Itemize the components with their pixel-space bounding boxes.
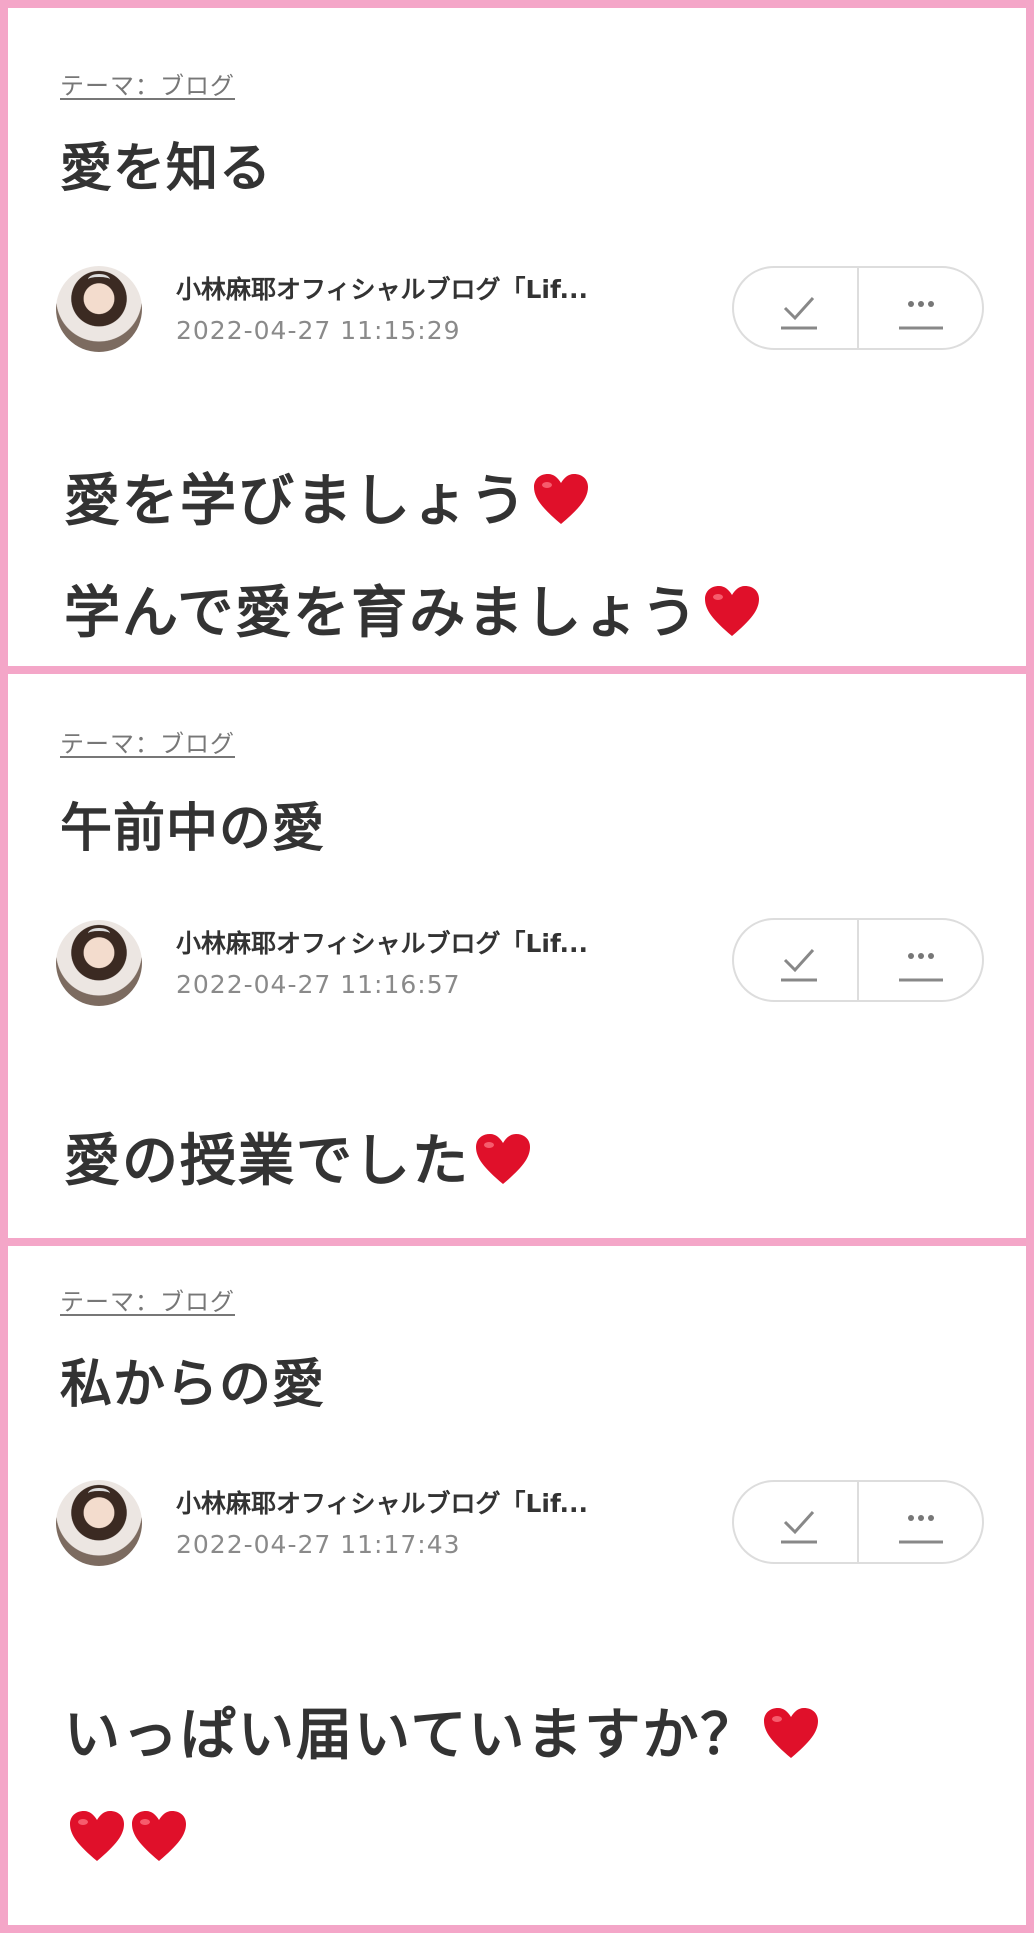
avatar[interactable] xyxy=(56,266,142,352)
more-icon xyxy=(899,953,943,982)
post-card-1: テーマ：ブログ 愛を知る 小林麻耶オフィシャルブログ「Lif... 2022-0… xyxy=(8,8,1026,666)
author-name[interactable]: 小林麻耶オフィシャルブログ「Lif... xyxy=(176,270,588,306)
more-button[interactable] xyxy=(857,1482,982,1562)
post-title: 午前中の愛 xyxy=(60,799,326,859)
action-button-group xyxy=(732,918,984,1002)
author-name[interactable]: 小林麻耶オフィシャルブログ「Lif... xyxy=(176,1484,588,1520)
post-datetime: 2022-04-27 11:17:43 xyxy=(176,1530,461,1559)
post-datetime: 2022-04-27 11:16:57 xyxy=(176,970,461,999)
action-button-group xyxy=(732,266,984,350)
author-name[interactable]: 小林麻耶オフィシャルブログ「Lif... xyxy=(176,924,588,960)
more-icon xyxy=(899,1515,943,1544)
check-button[interactable] xyxy=(734,920,857,1000)
post-title: 私からの愛 xyxy=(60,1355,326,1415)
body-line: いっぱい届いていますか？ xyxy=(64,1690,820,1771)
theme-link[interactable]: テーマ：ブログ xyxy=(60,66,235,101)
post-datetime: 2022-04-27 11:15:29 xyxy=(176,316,461,345)
body-text: 学んで愛を育みましょう xyxy=(64,581,700,646)
check-icon xyxy=(781,296,817,330)
avatar[interactable] xyxy=(56,920,142,1006)
body-line: 学んで愛を育みましょう xyxy=(64,568,761,649)
more-button[interactable] xyxy=(857,268,982,348)
body-text: 愛を学びましょう xyxy=(64,469,528,534)
post-card-3: テーマ：ブログ 私からの愛 小林麻耶オフィシャルブログ「Lif... 2022-… xyxy=(8,1246,1026,1925)
check-button[interactable] xyxy=(734,1482,857,1562)
heart-icon xyxy=(764,1708,819,1758)
body-line xyxy=(64,1806,188,1871)
avatar[interactable] xyxy=(56,1480,142,1566)
heart-icon xyxy=(476,1134,530,1184)
theme-link[interactable]: テーマ：ブログ xyxy=(60,1282,235,1317)
body-text: 愛の授業でした xyxy=(64,1129,470,1194)
heart-icon xyxy=(70,1811,124,1861)
heart-icon xyxy=(132,1811,186,1861)
action-button-group xyxy=(732,1480,984,1564)
post-card-2: テーマ：ブログ 午前中の愛 小林麻耶オフィシャルブログ「Lif... 2022-… xyxy=(8,674,1026,1238)
check-icon xyxy=(781,948,817,982)
more-button[interactable] xyxy=(857,920,982,1000)
check-icon xyxy=(781,1510,817,1544)
heart-icon xyxy=(534,474,588,524)
theme-link[interactable]: テーマ：ブログ xyxy=(60,724,235,759)
heart-icon xyxy=(705,586,760,636)
body-line: 愛を学びましょう xyxy=(64,456,590,537)
body-text: いっぱい届いていますか？ xyxy=(64,1703,759,1768)
more-icon xyxy=(899,301,943,330)
post-title: 愛を知る xyxy=(60,139,273,199)
body-line: 愛の授業でした xyxy=(64,1116,532,1197)
check-button[interactable] xyxy=(734,268,857,348)
